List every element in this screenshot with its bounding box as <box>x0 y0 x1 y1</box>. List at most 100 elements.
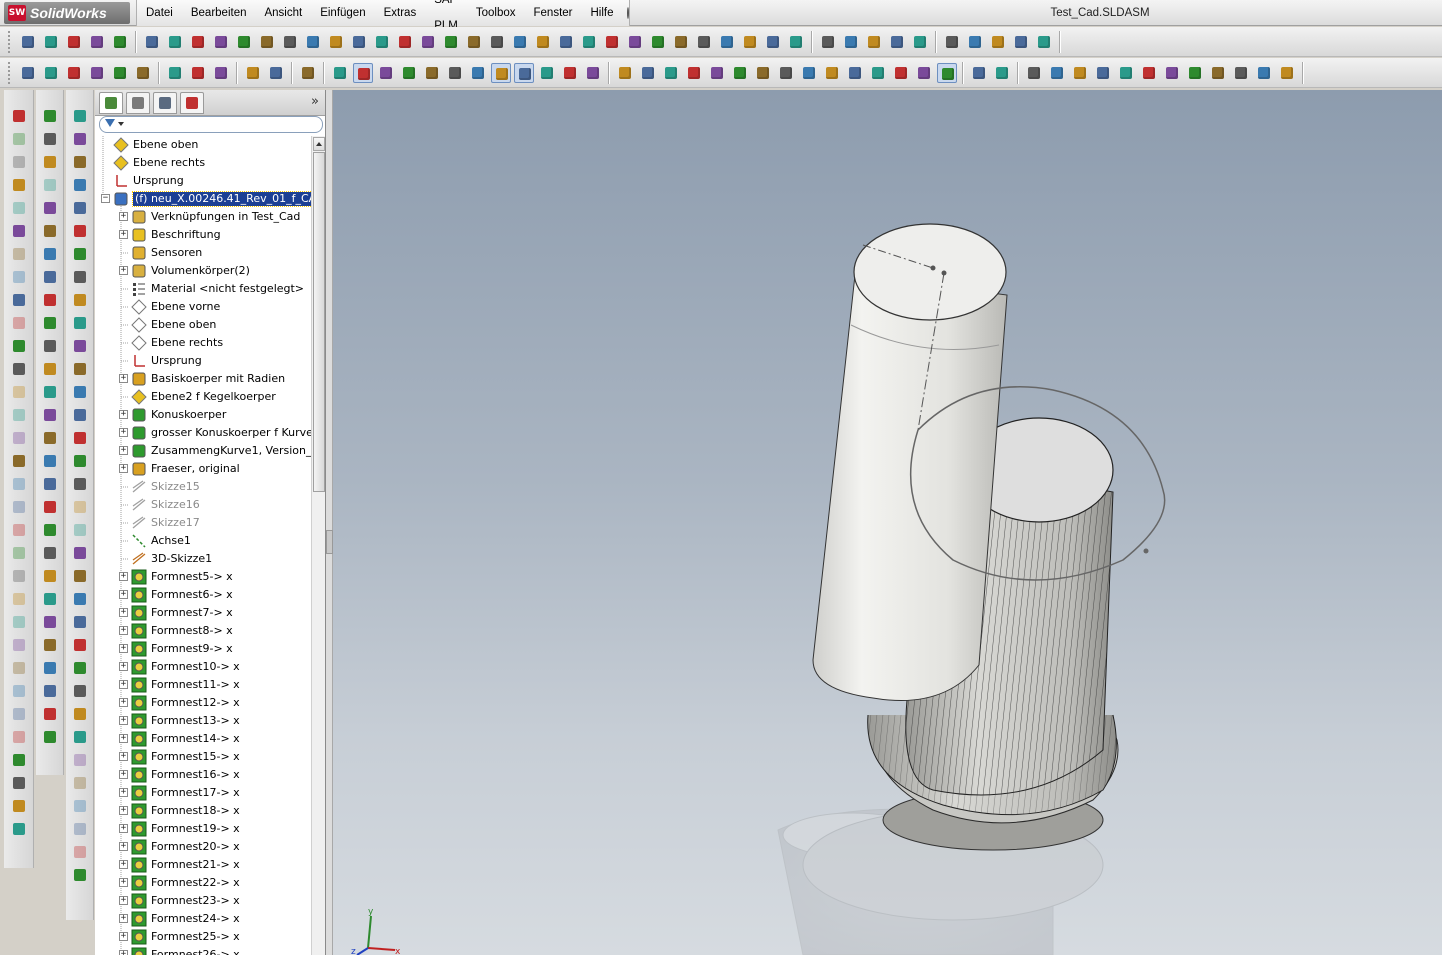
toolbar-button-icon[interactable] <box>602 32 622 52</box>
tool-button-icon[interactable] <box>71 475 89 493</box>
tool-button-icon[interactable] <box>71 774 89 792</box>
tree-item[interactable]: Ebene rechts <box>95 334 311 352</box>
tree-item[interactable]: Ebene2 f Kegelkoerper <box>95 388 311 406</box>
expand-icon[interactable]: + <box>119 374 128 383</box>
expand-icon[interactable]: + <box>119 464 128 473</box>
collapse-panel-handle[interactable] <box>326 530 333 554</box>
expand-icon[interactable]: + <box>119 788 128 797</box>
tool-button-icon[interactable] <box>10 682 28 700</box>
tool-button-icon[interactable] <box>10 705 28 723</box>
toolbar-button-icon[interactable] <box>1277 63 1297 83</box>
tool-button-icon[interactable] <box>10 820 28 838</box>
tool-button-icon[interactable] <box>41 222 59 240</box>
toolbar-button-icon[interactable] <box>510 32 530 52</box>
toolbar-button-icon[interactable] <box>965 32 985 52</box>
menu-bearbeiten[interactable]: Bearbeiten <box>182 0 256 26</box>
tool-button-icon[interactable] <box>10 774 28 792</box>
expand-icon[interactable]: + <box>119 428 128 437</box>
tool-button-icon[interactable] <box>10 797 28 815</box>
tree-item[interactable]: + Formnest17-> x <box>95 784 311 802</box>
expand-icon[interactable]: + <box>119 572 128 581</box>
tool-button-icon[interactable] <box>10 291 28 309</box>
tree-item[interactable]: + Formnest11-> x <box>95 676 311 694</box>
expand-icon[interactable]: + <box>119 644 128 653</box>
toolbar-button-icon[interactable] <box>330 63 350 83</box>
tool-button-icon[interactable] <box>10 130 28 148</box>
toolbar-button-icon[interactable] <box>556 32 576 52</box>
expand-icon[interactable]: + <box>119 680 128 689</box>
tool-button-icon[interactable] <box>10 590 28 608</box>
toolbar-button-icon[interactable] <box>992 63 1012 83</box>
expand-icon[interactable]: + <box>119 878 128 887</box>
tool-button-icon[interactable] <box>41 521 59 539</box>
sketch-point[interactable] <box>1143 548 1149 554</box>
tool-button-icon[interactable] <box>41 406 59 424</box>
toolbar-button-icon[interactable] <box>579 32 599 52</box>
menu-datei[interactable]: Datei <box>137 0 182 26</box>
toolbar-button-icon[interactable] <box>487 32 507 52</box>
tool-button-icon[interactable] <box>10 176 28 194</box>
tree-item[interactable]: + Konuskoerper <box>95 406 311 424</box>
tool-button-icon[interactable] <box>41 613 59 631</box>
expand-icon[interactable]: + <box>119 446 128 455</box>
expand-icon[interactable]: + <box>119 608 128 617</box>
tree-item[interactable]: Ursprung <box>95 172 311 190</box>
chevron-down-icon[interactable] <box>118 122 124 126</box>
expand-icon[interactable]: + <box>119 950 128 955</box>
toolbar-button-icon[interactable] <box>349 32 369 52</box>
toolbar-button-icon[interactable] <box>243 63 263 83</box>
tool-button-icon[interactable] <box>71 383 89 401</box>
expand-icon[interactable]: + <box>119 770 128 779</box>
menu-hilfe[interactable]: Hilfe <box>582 0 623 26</box>
toolbar-button-icon[interactable] <box>1034 32 1054 52</box>
panel-splitter[interactable] <box>326 90 333 955</box>
tool-button-icon[interactable] <box>71 521 89 539</box>
toolbar-button-icon[interactable] <box>1185 63 1205 83</box>
tool-button-icon[interactable] <box>10 728 28 746</box>
tree-item[interactable]: + Fraeser, original <box>95 460 311 478</box>
toolbar-button-icon[interactable] <box>730 63 750 83</box>
tool-button-icon[interactable] <box>10 199 28 217</box>
expand-icon[interactable]: + <box>119 212 128 221</box>
expand-icon[interactable]: + <box>119 896 128 905</box>
tool-button-icon[interactable] <box>41 245 59 263</box>
property-manager-tab-icon[interactable] <box>126 91 150 114</box>
expand-icon[interactable]: + <box>119 230 128 239</box>
toolbar-button-icon[interactable] <box>671 32 691 52</box>
toolbar-button-icon[interactable] <box>753 63 773 83</box>
tool-button-icon[interactable] <box>71 429 89 447</box>
tool-button-icon[interactable] <box>71 314 89 332</box>
toolbar-button-icon[interactable] <box>41 32 61 52</box>
toolbar-button-icon[interactable] <box>441 32 461 52</box>
tree-item[interactable]: + Formnest8-> x <box>95 622 311 640</box>
tree-item[interactable]: + Formnest7-> x <box>95 604 311 622</box>
tool-button-icon[interactable] <box>71 360 89 378</box>
tool-button-icon[interactable] <box>71 866 89 884</box>
tool-button-icon[interactable] <box>10 613 28 631</box>
collapse-icon[interactable]: − <box>101 194 110 203</box>
tool-button-icon[interactable] <box>10 314 28 332</box>
pin-menu-icon[interactable] <box>626 7 629 19</box>
tool-button-icon[interactable] <box>41 360 59 378</box>
tool-button-icon[interactable] <box>71 130 89 148</box>
menu-toolbox[interactable]: Toolbox <box>467 0 525 26</box>
expand-icon[interactable]: + <box>119 860 128 869</box>
tool-button-icon[interactable] <box>41 498 59 516</box>
tree-item[interactable]: Ursprung <box>95 352 311 370</box>
toolbar-grip[interactable] <box>8 30 12 53</box>
expand-icon[interactable]: + <box>119 266 128 275</box>
expand-icon[interactable]: + <box>119 410 128 419</box>
tree-item[interactable]: Sensoren <box>95 244 311 262</box>
tool-button-icon[interactable] <box>71 728 89 746</box>
tree-item[interactable]: + Beschriftung <box>95 226 311 244</box>
tool-button-icon[interactable] <box>71 820 89 838</box>
expand-icon[interactable]: + <box>119 626 128 635</box>
tree-item[interactable]: Ebene rechts <box>95 154 311 172</box>
toolbar-button-icon[interactable] <box>395 32 415 52</box>
expand-icon[interactable]: + <box>119 698 128 707</box>
toolbar-button-icon[interactable] <box>468 63 488 83</box>
toolbar-button-icon[interactable] <box>418 32 438 52</box>
toolbar-button-icon[interactable] <box>298 63 318 83</box>
expand-icon[interactable]: + <box>119 734 128 743</box>
tool-button-icon[interactable] <box>41 291 59 309</box>
